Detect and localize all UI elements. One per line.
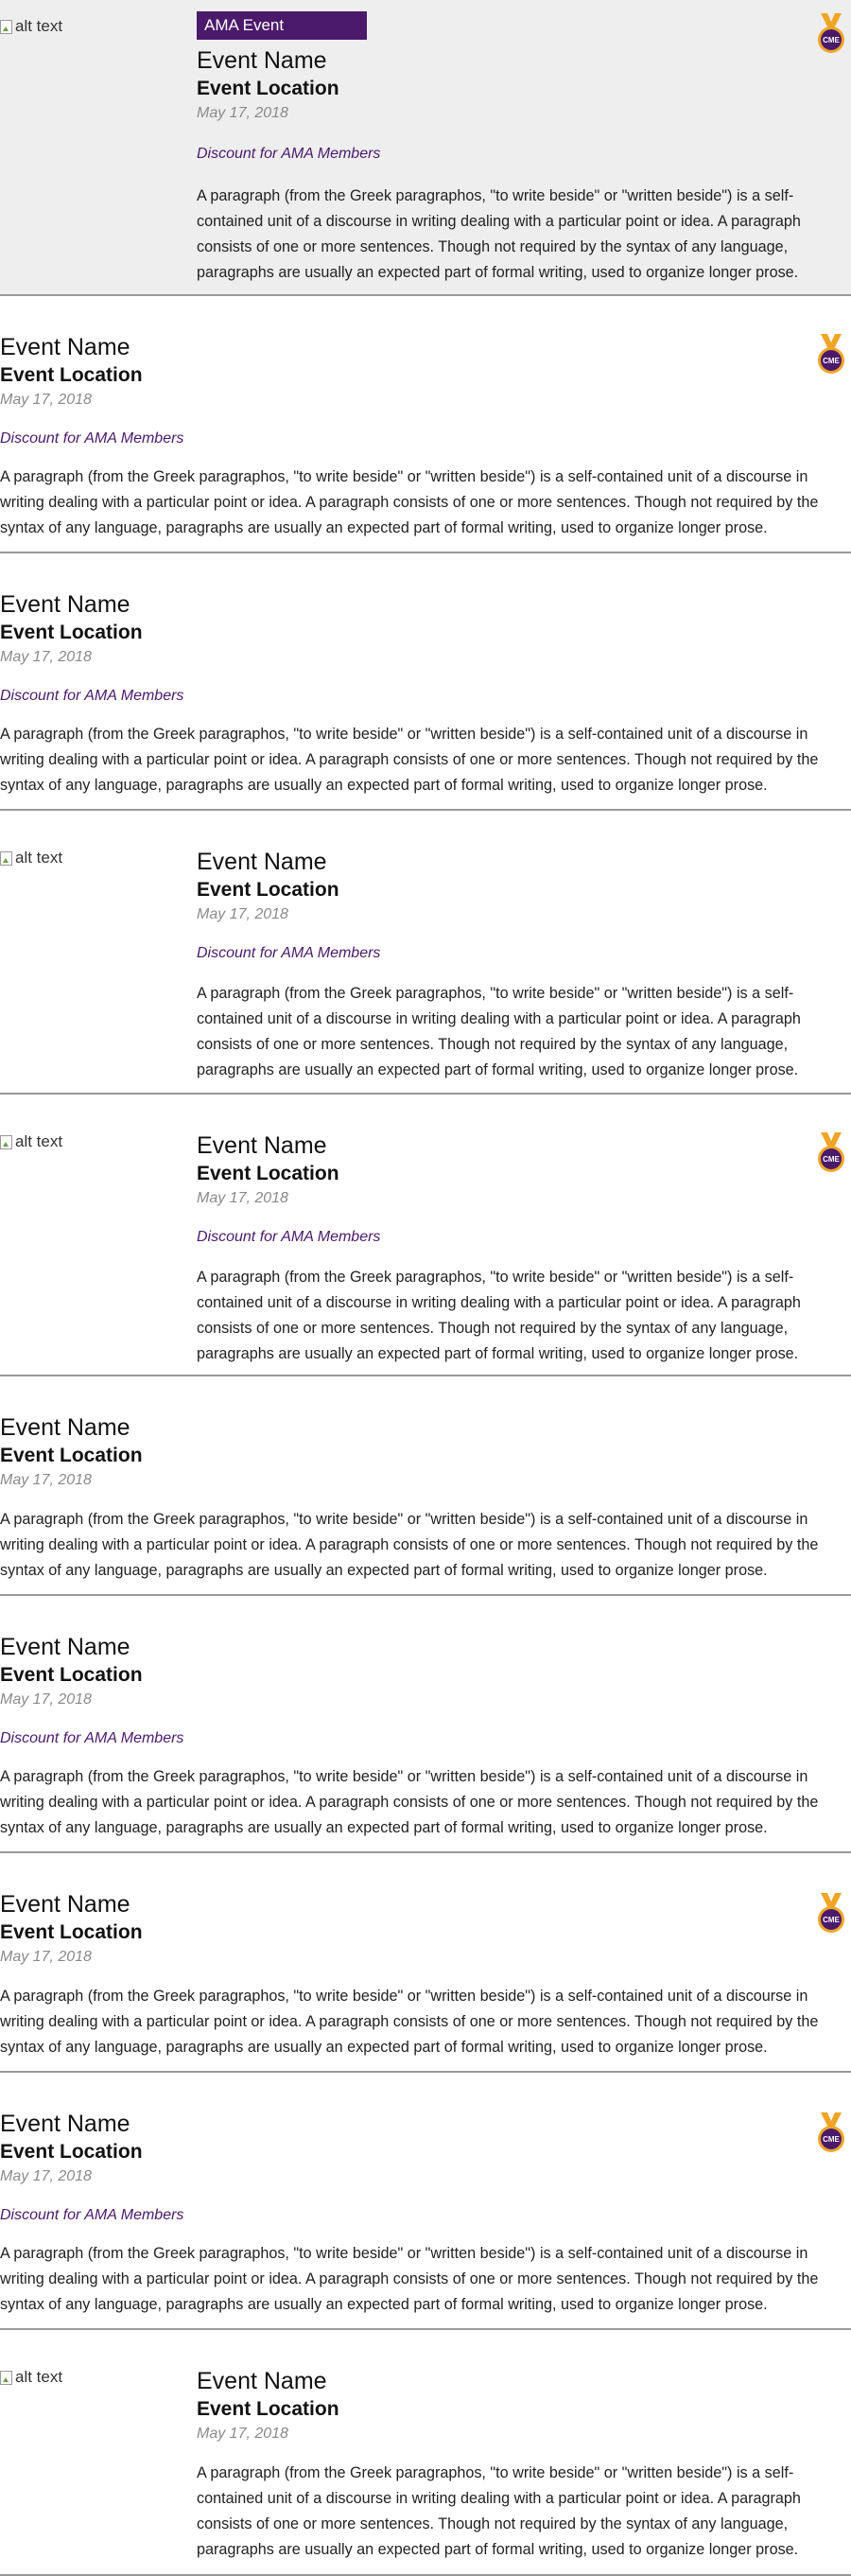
event-content: Event Name Event Location May 17, 2018 D… (197, 1130, 843, 1367)
cme-medal-icon: CME (818, 1893, 844, 1933)
broken-image-icon (0, 2370, 12, 2385)
event-item-featured[interactable]: alt text AMA Event Event Name Event Loca… (0, 0, 851, 296)
discount-link[interactable]: Discount for AMA Members (0, 2205, 183, 2226)
event-item[interactable]: Event Name Event Location May 17, 2018 D… (0, 2073, 851, 2330)
broken-image-icon (0, 1134, 12, 1149)
discount-link[interactable]: Discount for AMA Members (0, 686, 183, 707)
event-date: May 17, 2018 (0, 2168, 92, 2184)
event-description: A paragraph (from the Greek paragraphos,… (0, 1768, 819, 1836)
event-name[interactable]: Event Name (0, 589, 851, 620)
event-image[interactable]: alt text (0, 1132, 170, 1151)
event-name[interactable]: Event Name (197, 2366, 843, 2396)
event-name[interactable]: Event Name (197, 45, 843, 76)
event-content: AMA Event Event Name Event Location May … (197, 0, 843, 286)
event-location: Event Location (0, 364, 143, 386)
event-location: Event Location (0, 1921, 143, 1943)
broken-image-icon (0, 850, 12, 866)
discount-link[interactable]: Discount for AMA Members (197, 144, 380, 165)
event-description: A paragraph (from the Greek paragraphos,… (0, 2245, 819, 2313)
discount-link[interactable]: Discount for AMA Members (197, 943, 380, 964)
cme-label: CME (823, 1155, 840, 1164)
event-location: Event Location (0, 622, 143, 643)
discount-link[interactable]: Discount for AMA Members (197, 1227, 380, 1248)
event-name[interactable]: Event Name (0, 332, 851, 362)
event-image[interactable]: alt text (0, 849, 170, 867)
event-image[interactable]: alt text (0, 17, 170, 36)
cme-medal-icon: CME (818, 2112, 844, 2152)
event-content: Event Name Event Location May 17, 2018 D… (0, 1632, 851, 1841)
event-name[interactable]: Event Name (0, 1889, 851, 1919)
event-location: Event Location (197, 1163, 339, 1184)
event-description: A paragraph (from the Greek paragraphos,… (197, 1269, 801, 1362)
event-location: Event Location (197, 78, 339, 99)
event-content: Event Name Event Location May 17, 2018 A… (0, 1889, 851, 2060)
event-content: Event Name Event Location May 17, 2018 D… (0, 2109, 851, 2318)
event-date: May 17, 2018 (0, 1949, 92, 1965)
cme-label: CME (823, 36, 840, 44)
event-item[interactable]: alt text Event Name Event Location May 1… (0, 2330, 851, 2576)
event-location: Event Location (0, 1445, 143, 1466)
event-badge: AMA Event (197, 11, 367, 40)
event-date: May 17, 2018 (0, 1691, 92, 1708)
event-content: Event Name Event Location May 17, 2018 D… (0, 589, 851, 798)
event-item[interactable]: alt text Event Name Event Location May 1… (0, 1095, 851, 1376)
event-date: May 17, 2018 (0, 649, 92, 665)
event-description: A paragraph (from the Greek paragraphos,… (0, 1988, 819, 2056)
event-date: May 17, 2018 (197, 2426, 288, 2442)
cme-medal-icon: CME (818, 13, 844, 53)
event-item[interactable]: alt text Event Name Event Location May 1… (0, 811, 851, 1095)
event-name[interactable]: Event Name (0, 1632, 851, 1662)
event-date: May 17, 2018 (197, 105, 288, 121)
event-image[interactable]: alt text (0, 2368, 170, 2387)
cme-medal-icon: CME (818, 334, 844, 374)
event-description: A paragraph (from the Greek paragraphos,… (197, 985, 801, 1078)
event-name[interactable]: Event Name (197, 847, 843, 877)
event-content: Event Name Event Location May 17, 2018 D… (0, 332, 851, 541)
event-item[interactable]: Event Name Event Location May 17, 2018 D… (0, 553, 851, 811)
event-date: May 17, 2018 (0, 392, 92, 408)
discount-link[interactable]: Discount for AMA Members (0, 429, 183, 449)
event-description: A paragraph (from the Greek paragraphos,… (0, 1511, 819, 1579)
cme-label: CME (823, 357, 840, 365)
event-description: A paragraph (from the Greek paragraphos,… (197, 2464, 801, 2558)
event-location: Event Location (197, 2398, 339, 2420)
event-item[interactable]: Event Name Event Location May 17, 2018 A… (0, 1853, 851, 2073)
event-name[interactable]: Event Name (0, 2109, 851, 2139)
event-date: May 17, 2018 (197, 906, 288, 922)
cme-label: CME (823, 1916, 840, 1924)
event-date: May 17, 2018 (0, 1472, 92, 1488)
event-item[interactable]: Event Name Event Location May 17, 2018 D… (0, 1596, 851, 1853)
broken-image-icon (0, 19, 12, 34)
event-name[interactable]: Event Name (0, 1412, 851, 1443)
event-description: A paragraph (from the Greek paragraphos,… (0, 468, 819, 536)
event-content: Event Name Event Location May 17, 2018 A… (0, 1412, 851, 1584)
discount-link[interactable]: Discount for AMA Members (0, 1728, 183, 1749)
event-content: Event Name Event Location May 17, 2018 A… (197, 2366, 843, 2563)
event-location: Event Location (0, 1664, 143, 1686)
event-date: May 17, 2018 (197, 1190, 288, 1206)
cme-medal-icon: CME (818, 1132, 844, 1172)
event-item[interactable]: Event Name Event Location May 17, 2018 A… (0, 1376, 851, 1596)
event-location: Event Location (197, 879, 339, 901)
event-name[interactable]: Event Name (197, 1130, 843, 1161)
event-description: A paragraph (from the Greek paragraphos,… (197, 187, 801, 281)
event-item[interactable]: Event Name Event Location May 17, 2018 D… (0, 296, 851, 553)
cme-label: CME (823, 2135, 840, 2144)
event-description: A paragraph (from the Greek paragraphos,… (0, 726, 819, 794)
event-content: Event Name Event Location May 17, 2018 D… (197, 847, 843, 1083)
event-location: Event Location (0, 2141, 143, 2163)
